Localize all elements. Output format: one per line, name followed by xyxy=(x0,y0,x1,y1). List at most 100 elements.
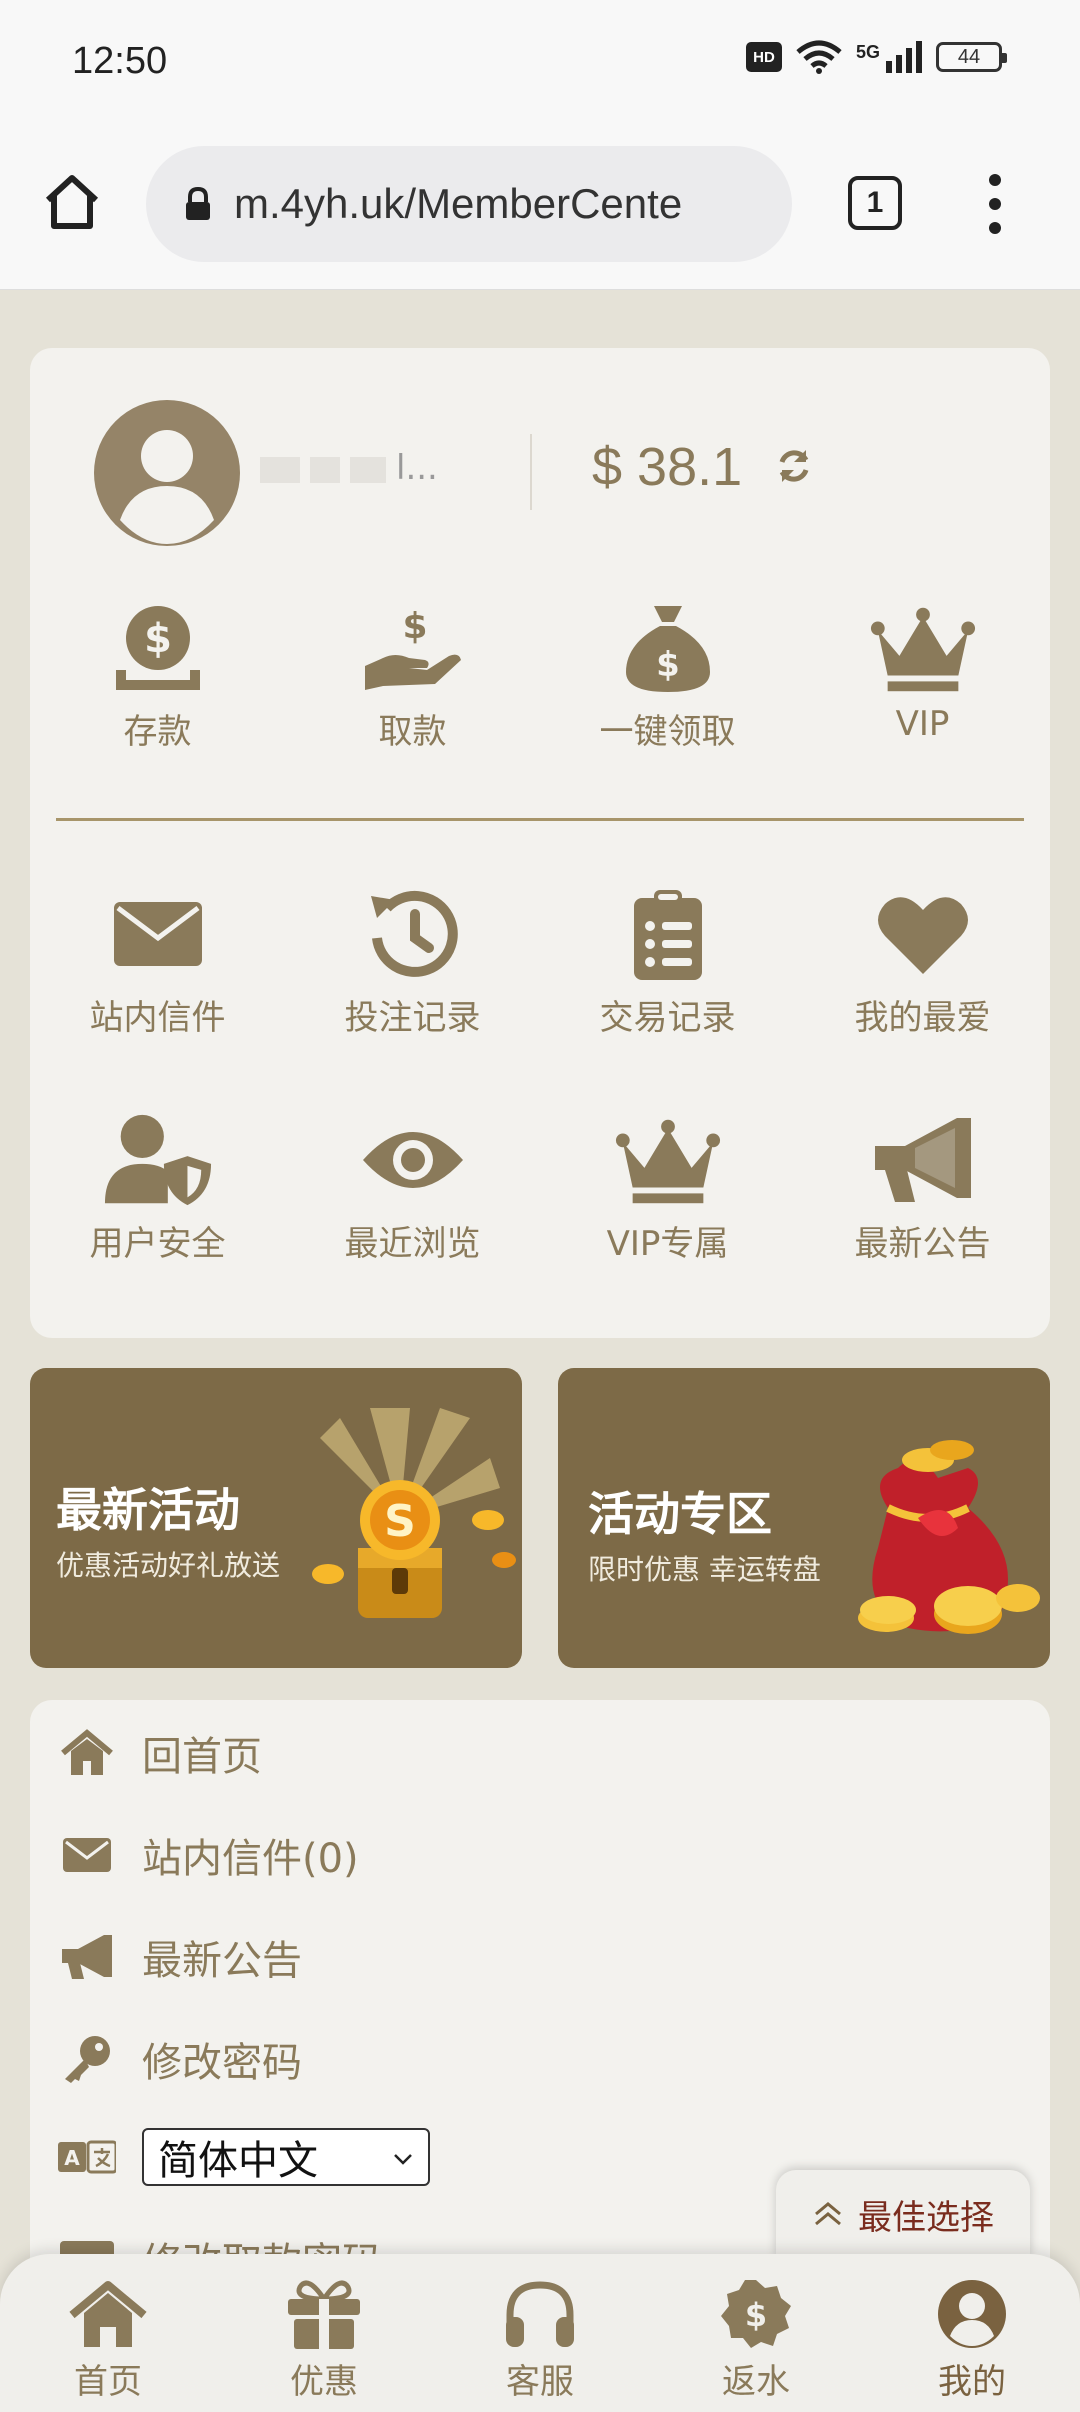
svg-text:$: $ xyxy=(745,2296,767,2334)
user-circle-icon xyxy=(938,2280,1006,2348)
banner-subtitle: 优惠活动好礼放送 xyxy=(56,1549,281,1582)
recently-viewed-label: 最近浏览 xyxy=(344,1224,481,1264)
menu-item-announcements[interactable]: 最新公告 xyxy=(58,1928,302,1986)
bottom-nav: 首页 优惠 客服 $ 返水 我的 xyxy=(0,2254,1080,2412)
features-row-2: 用户安全 最近浏览 VIP专属 最新公告 xyxy=(30,1110,1050,1265)
svg-text:$: $ xyxy=(402,606,427,647)
nav-rebate[interactable]: $ 返水 xyxy=(648,2254,864,2412)
nav-my-account[interactable]: 我的 xyxy=(864,2254,1080,2412)
language-selected-value: 简体中文 xyxy=(158,2138,318,2184)
money-bag-icon: $ xyxy=(625,606,710,692)
home-icon xyxy=(61,1729,113,1775)
vip-button[interactable]: VIP xyxy=(795,598,1050,753)
history-icon xyxy=(370,890,458,977)
menu-item-label: 最新公告 xyxy=(142,1938,302,1984)
vip-exclusive-button[interactable]: VIP专属 xyxy=(540,1110,795,1265)
banner-title: 活动专区 xyxy=(588,1487,772,1541)
menu-item-label: 修改密码 xyxy=(142,2040,302,2086)
section-divider xyxy=(56,818,1024,821)
divider xyxy=(530,434,532,510)
member-card: l... $ 38.1 $ 存款 $ 取款 $ 一键领取 VIP 站内信件 投注… xyxy=(30,348,1050,1338)
favorites-label: 我的最爱 xyxy=(854,998,991,1038)
recently-viewed-button[interactable]: 最近浏览 xyxy=(285,1110,540,1265)
home-icon xyxy=(69,2281,147,2347)
tab-switcher-button[interactable]: 1 xyxy=(848,176,902,230)
nav-promotions[interactable]: 优惠 xyxy=(216,2254,432,2412)
claim-all-button[interactable]: $ 一键领取 xyxy=(540,598,795,753)
username: l... xyxy=(260,448,438,488)
menu-item-label: 回首页 xyxy=(142,1734,262,1780)
withdraw-button[interactable]: $ 取款 xyxy=(285,598,540,753)
nav-label: 返水 xyxy=(722,2362,790,2402)
headset-icon xyxy=(506,2281,574,2347)
rebate-coin-icon: $ xyxy=(721,2280,791,2348)
wifi-icon xyxy=(796,40,842,74)
account-security-label: 用户安全 xyxy=(89,1224,226,1264)
latest-events-banner[interactable]: 最新活动 优惠活动好礼放送 S xyxy=(30,1368,522,1668)
refresh-icon[interactable] xyxy=(772,444,816,488)
treasure-chest-illustration: S xyxy=(312,1408,516,1618)
favorites-button[interactable]: 我的最爱 xyxy=(795,884,1050,1039)
user-shield-icon xyxy=(104,1114,211,1206)
account-security-button[interactable]: 用户安全 xyxy=(30,1110,285,1265)
eye-icon xyxy=(362,1132,463,1188)
status-time: 12:50 xyxy=(72,40,168,82)
svg-text:A: A xyxy=(64,2146,80,2170)
quick-actions: $ 存款 $ 取款 $ 一键领取 VIP xyxy=(30,598,1050,753)
translate-icon: A xyxy=(58,2140,116,2174)
bet-history-button[interactable]: 投注记录 xyxy=(285,884,540,1039)
crown-icon xyxy=(615,1119,720,1204)
chevron-up-icon xyxy=(815,2202,841,2226)
chevron-down-icon xyxy=(394,2154,412,2165)
status-icons: HD 5G 44 xyxy=(745,40,1007,74)
claim-all-label: 一键领取 xyxy=(599,712,736,752)
lock-icon xyxy=(186,186,210,220)
heart-icon xyxy=(877,897,968,974)
withdraw-hand-icon: $ xyxy=(364,606,461,690)
crown-icon xyxy=(870,607,975,692)
best-choice-label: 最佳选择 xyxy=(858,2197,994,2238)
gift-icon xyxy=(288,2280,360,2349)
avatar-icon[interactable] xyxy=(92,398,242,548)
nav-label: 优惠 xyxy=(290,2362,358,2402)
banner-subtitle: 限时优惠 幸运转盘 xyxy=(588,1553,821,1586)
deposit-button[interactable]: $ 存款 xyxy=(30,598,285,753)
withdraw-label: 取款 xyxy=(378,712,447,752)
menu-item-label: 站内信件(0) xyxy=(142,1836,359,1882)
deposit-label: 存款 xyxy=(123,712,192,752)
menu-item-inbox[interactable]: 站内信件(0) xyxy=(58,1826,359,1884)
nav-home[interactable]: 首页 xyxy=(0,2254,216,2412)
event-zone-banner[interactable]: 活动专区 限时优惠 幸运转盘 xyxy=(558,1368,1050,1668)
deposit-coin-icon: $ xyxy=(115,606,200,690)
key-icon xyxy=(65,2036,110,2083)
signal-icon xyxy=(886,41,922,73)
clipboard-list-icon xyxy=(633,890,702,980)
lucky-bag-illustration xyxy=(858,1440,1040,1634)
nav-label: 首页 xyxy=(74,2362,142,2402)
address-bar[interactable]: m.4yh.uk/MemberCente xyxy=(146,146,792,262)
transaction-history-button[interactable]: 交易记录 xyxy=(540,884,795,1039)
svg-text:S: S xyxy=(384,1496,416,1547)
envelope-icon xyxy=(113,902,202,966)
svg-text:$: $ xyxy=(144,616,172,662)
features-row-1: 站内信件 投注记录 交易记录 我的最爱 xyxy=(30,884,1050,1039)
nav-label: 我的 xyxy=(938,2362,1006,2402)
vip-label: VIP xyxy=(895,704,950,744)
megaphone-icon xyxy=(874,1118,971,1202)
menu-item-home[interactable]: 回首页 xyxy=(58,1724,262,1782)
battery-icon: 44 xyxy=(936,42,1007,72)
browser-menu-button[interactable] xyxy=(980,174,1010,234)
inbox-label: 站内信件 xyxy=(89,998,226,1038)
announcements-button[interactable]: 最新公告 xyxy=(795,1110,1050,1265)
menu-item-change-password[interactable]: 修改密码 xyxy=(58,2030,302,2088)
browser-home-icon[interactable] xyxy=(40,170,104,234)
nav-customer-service[interactable]: 客服 xyxy=(432,2254,648,2412)
balance-amount: $ 38.1 xyxy=(592,437,743,497)
language-select[interactable]: 简体中文 xyxy=(142,2128,430,2186)
best-choice-button[interactable]: 最佳选择 xyxy=(776,2170,1030,2258)
megaphone-icon xyxy=(62,1935,112,1979)
nav-label: 客服 xyxy=(506,2362,574,2402)
inbox-button[interactable]: 站内信件 xyxy=(30,884,285,1039)
status-bar: 12:50 HD 5G 44 xyxy=(0,0,1080,130)
envelope-icon xyxy=(63,1838,111,1872)
